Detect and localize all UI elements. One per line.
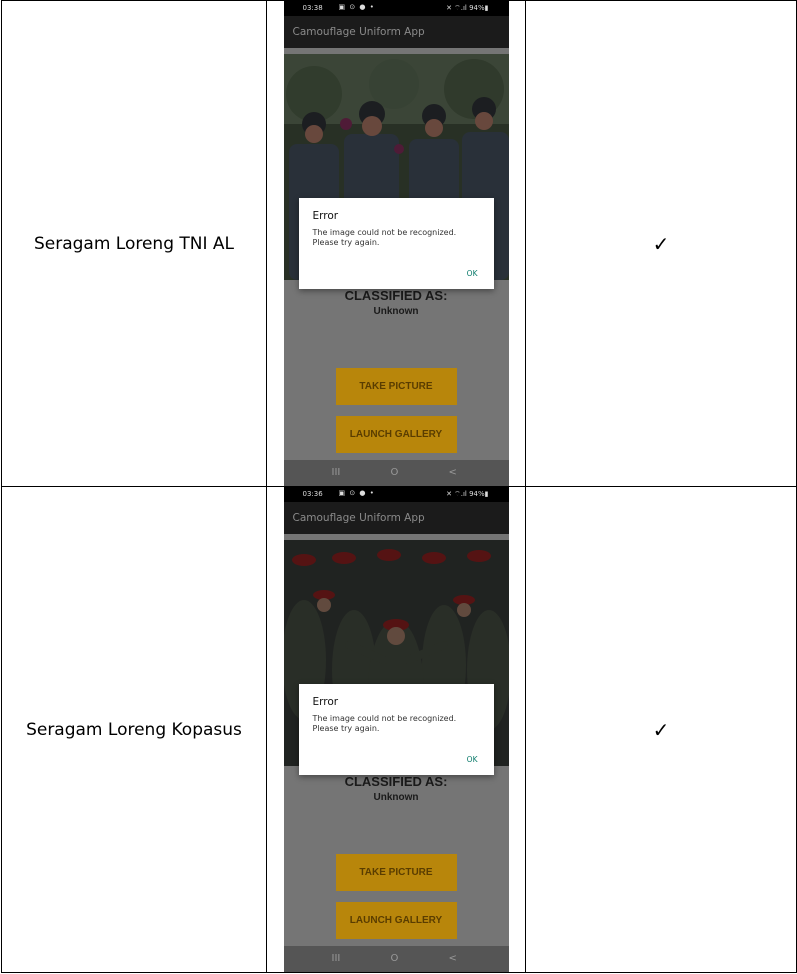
phone-screenshot: 03:38 ▣ ⊙ ● • ✕ ⌔.ıl 94%▮ Camouflage Uni…: [283, 1, 509, 486]
dialog-title: Error: [312, 696, 339, 708]
error-dialog: Error The image could not be recognized.…: [298, 198, 494, 289]
home-icon[interactable]: O: [391, 467, 399, 478]
classified-label: CLASSIFIED AS:: [344, 288, 448, 303]
recent-apps-icon[interactable]: III: [332, 953, 341, 964]
status-time: 03:36: [302, 490, 323, 498]
app-title: Camouflage Uniform App: [292, 512, 425, 524]
recent-apps-icon[interactable]: III: [332, 467, 341, 478]
classified-label: CLASSIFIED AS:: [344, 774, 448, 789]
app-title: Camouflage Uniform App: [292, 26, 425, 38]
home-icon[interactable]: O: [391, 953, 399, 964]
screenshot-cell: 03:38 ▣ ⊙ ● • ✕ ⌔.ıl 94%▮ Camouflage Uni…: [266, 0, 526, 487]
table-row: Seragam Loreng TNI AL 03:38 ▣ ⊙ ● • ✕ ⌔.…: [1, 0, 797, 487]
status-time: 03:38: [302, 4, 323, 12]
battery-status: ✕ ⌔.ıl 94%▮: [446, 490, 489, 498]
battery-status: ✕ ⌔.ıl 94%▮: [446, 4, 489, 12]
dialog-message: The image could not be recognized. Pleas…: [312, 228, 457, 247]
uniform-label: Seragam Loreng TNI AL: [1, 0, 267, 487]
status-bar: 03:36 ▣ ⊙ ● • ✕ ⌔.ıl 94%▮: [283, 487, 509, 502]
system-nav-bar: III O <: [283, 946, 509, 972]
phone-screenshot: 03:36 ▣ ⊙ ● • ✕ ⌔.ıl 94%▮ Camouflage Uni…: [283, 487, 509, 972]
classified-value: Unknown: [373, 792, 419, 803]
checkmark: ✓: [525, 486, 797, 973]
uniform-label: Seragam Loreng Kopasus: [1, 486, 267, 973]
launch-gallery-button[interactable]: LAUNCH GALLERY: [335, 416, 457, 453]
take-picture-button[interactable]: TAKE PICTURE: [335, 854, 457, 891]
dialog-message: The image could not be recognized. Pleas…: [312, 714, 457, 733]
back-icon[interactable]: <: [449, 467, 457, 478]
app-content: CLASSIFIED AS: Unknown TAKE PICTURE LAUN…: [283, 534, 509, 946]
screenshot-cell: 03:36 ▣ ⊙ ● • ✕ ⌔.ıl 94%▮ Camouflage Uni…: [266, 486, 526, 973]
checkmark: ✓: [525, 0, 797, 487]
status-bar: 03:38 ▣ ⊙ ● • ✕ ⌔.ıl 94%▮: [283, 1, 509, 16]
dialog-title: Error: [312, 210, 339, 222]
app-bar: Camouflage Uniform App: [283, 502, 509, 534]
notification-icons: ▣ ⊙ ● •: [338, 489, 375, 497]
launch-gallery-button[interactable]: LAUNCH GALLERY: [335, 902, 457, 939]
error-dialog: Error The image could not be recognized.…: [298, 684, 494, 775]
take-picture-button[interactable]: TAKE PICTURE: [335, 368, 457, 405]
dialog-ok-button[interactable]: OK: [467, 269, 478, 278]
classified-value: Unknown: [373, 306, 419, 317]
back-icon[interactable]: <: [449, 953, 457, 964]
dialog-ok-button[interactable]: OK: [467, 755, 478, 764]
app-bar: Camouflage Uniform App: [283, 16, 509, 48]
results-table: Seragam Loreng TNI AL 03:38 ▣ ⊙ ● • ✕ ⌔.…: [1, 0, 797, 973]
table-row: Seragam Loreng Kopasus 03:36 ▣ ⊙ ● • ✕ ⌔…: [1, 486, 797, 973]
system-nav-bar: III O <: [283, 460, 509, 486]
app-content: CLASSIFIED AS: Unknown TAKE PICTURE LAUN…: [283, 48, 509, 460]
notification-icons: ▣ ⊙ ● •: [338, 3, 375, 11]
